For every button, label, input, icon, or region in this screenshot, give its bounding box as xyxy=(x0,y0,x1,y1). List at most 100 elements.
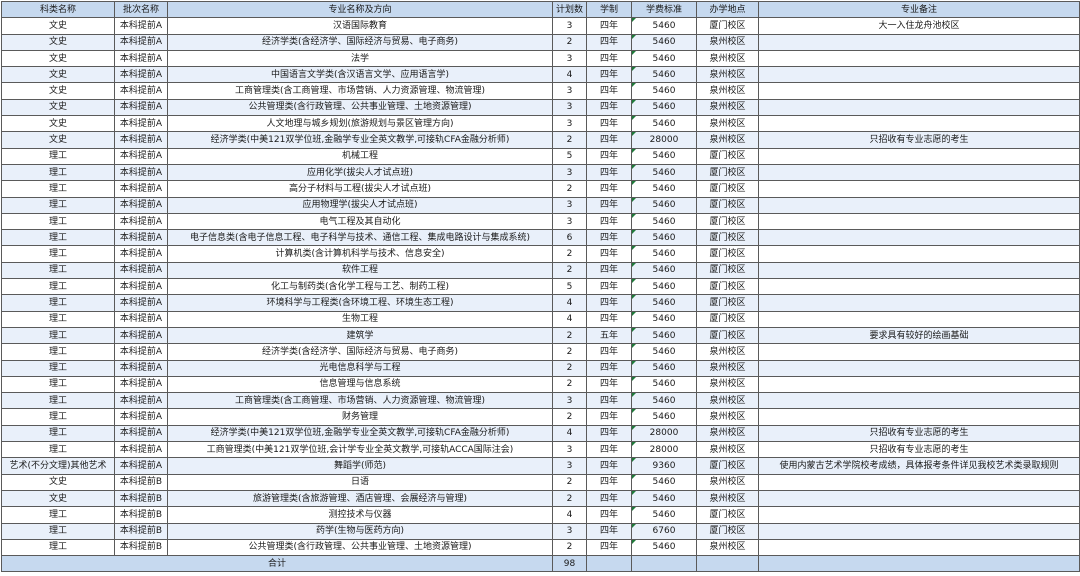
cell-major: 药学(生物与医药方向) xyxy=(167,522,553,540)
cell-batch: 本科提前B xyxy=(114,538,168,557)
cell-campus: 厦门校区 xyxy=(696,147,759,165)
cell-tuition: 5460 xyxy=(631,506,697,524)
cell-plan-count: 3 xyxy=(552,441,587,459)
table-row: 理工 本科提前A 财务管理 2 四年 5460 泉州校区 xyxy=(1,408,1080,426)
cell-duration: 四年 xyxy=(586,457,632,475)
cell-major: 经济学类(含经济学、国际经济与贸易、电子商务) xyxy=(167,343,553,361)
table-row: 理工 本科提前A 软件工程 2 四年 5460 厦门校区 xyxy=(1,261,1080,280)
cell-campus: 泉州校区 xyxy=(696,115,759,133)
cell-tuition: 5460 xyxy=(631,180,697,198)
cell-batch: 本科提前B xyxy=(114,489,168,508)
cell-batch: 本科提前A xyxy=(114,424,168,443)
cell-duration: 四年 xyxy=(586,343,632,361)
cell-tuition: 5460 xyxy=(631,310,697,328)
table-row: 文史 本科提前A 公共管理类(含行政管理、公共事业管理、土地资源管理) 3 四年 5460… xyxy=(1,98,1080,117)
cell-duration: 四年 xyxy=(586,229,632,247)
cell-batch: 本科提前A xyxy=(114,49,168,68)
cell-plan-count: 3 xyxy=(552,392,587,410)
header-row: 科类名称 批次名称 专业名称及方向 计划数 学制 学费标准 办学地点 专业备注 xyxy=(1,0,1080,19)
cell-tuition: 5460 xyxy=(631,245,697,263)
cell-remarks xyxy=(758,261,1080,280)
cell-plan-count: 2 xyxy=(552,180,587,198)
cell-category: 理工 xyxy=(1,163,115,182)
cell-campus: 泉州校区 xyxy=(696,98,759,117)
cell-category: 理工 xyxy=(1,278,115,296)
cell-duration: 四年 xyxy=(586,489,632,508)
table-row: 理工 本科提前A 应用化学(拔尖人才试点班) 3 四年 5460 厦门校区 xyxy=(1,163,1080,182)
cell-duration: 四年 xyxy=(586,66,632,84)
cell-duration: 四年 xyxy=(586,278,632,296)
cell-major: 信息管理与信息系统 xyxy=(167,375,553,394)
cell-major: 财务管理 xyxy=(167,408,553,426)
header-remarks: 专业备注 xyxy=(758,0,1080,19)
table-row: 理工 本科提前A 光电信息科学与工程 2 四年 5460 泉州校区 xyxy=(1,359,1080,377)
cell-tuition: 5460 xyxy=(631,82,697,100)
cell-remarks xyxy=(758,66,1080,84)
cell-plan-count: 3 xyxy=(552,82,587,100)
header-campus: 办学地点 xyxy=(696,0,759,19)
cell-category: 理工 xyxy=(1,180,115,198)
cell-batch: 本科提前A xyxy=(114,115,168,133)
cell-campus: 泉州校区 xyxy=(696,408,759,426)
cell-duration: 四年 xyxy=(586,392,632,410)
cell-plan-count: 2 xyxy=(552,326,587,345)
cell-tuition: 5460 xyxy=(631,343,697,361)
cell-campus: 泉州校区 xyxy=(696,131,759,149)
table-row: 文史 本科提前A 经济学类(中美121双学位班,金融学专业全英文教学,可接轨CFA金… xyxy=(1,131,1080,149)
cell-plan-count: 2 xyxy=(552,343,587,361)
cell-major: 电气工程及其自动化 xyxy=(167,212,553,231)
cell-major: 公共管理类(含行政管理、公共事业管理、土地资源管理) xyxy=(167,538,553,557)
cell-campus: 厦门校区 xyxy=(696,17,759,35)
cell-category: 文史 xyxy=(1,115,115,133)
cell-duration: 四年 xyxy=(586,473,632,491)
cell-tuition: 5460 xyxy=(631,115,697,133)
cell-major: 机械工程 xyxy=(167,147,553,165)
cell-major: 工商管理类(含工商管理、市场营销、人力资源管理、物流管理) xyxy=(167,82,553,100)
cell-batch: 本科提前A xyxy=(114,33,168,51)
cell-batch: 本科提前B xyxy=(114,506,168,524)
cell-batch: 本科提前A xyxy=(114,163,168,182)
cell-major: 应用物理学(拔尖人才试点班) xyxy=(167,196,553,214)
table-row: 理工 本科提前B 测控技术与仪器 4 四年 5460 厦门校区 xyxy=(1,506,1080,524)
cell-remarks xyxy=(758,98,1080,117)
cell-major: 生物工程 xyxy=(167,310,553,328)
table-row: 理工 本科提前A 经济学类(含经济学、国际经济与贸易、电子商务) 2 四年 5460 泉州校… xyxy=(1,343,1080,361)
table-footer: 合计 98 xyxy=(1,555,1080,573)
cell-batch: 本科提前A xyxy=(114,17,168,35)
total-empty-cell xyxy=(758,555,1080,573)
cell-category: 理工 xyxy=(1,375,115,394)
table-row: 理工 本科提前A 生物工程 4 四年 5460 厦门校区 xyxy=(1,310,1080,328)
cell-plan-count: 6 xyxy=(552,229,587,247)
cell-plan-count: 4 xyxy=(552,310,587,328)
cell-remarks: 大一入住龙舟池校区 xyxy=(758,17,1080,35)
table-row: 理工 本科提前A 经济学类(中美121双学位班,金融学专业全英文教学,可接轨CFA金… xyxy=(1,424,1080,443)
cell-category: 文史 xyxy=(1,98,115,117)
cell-campus: 泉州校区 xyxy=(696,343,759,361)
table-row: 理工 本科提前A 建筑学 2 五年 5460 厦门校区 要求具有较好的绘画基础 xyxy=(1,326,1080,345)
cell-plan-count: 3 xyxy=(552,49,587,68)
table-row: 理工 本科提前A 计算机类(含计算机科学与技术、信息安全) 2 四年 5460 厦门校区 xyxy=(1,245,1080,263)
table-row: 文史 本科提前A 人文地理与城乡规划(旅游规划与景区管理方向) 3 四年 5460 泉州校区 xyxy=(1,115,1080,133)
cell-batch: 本科提前A xyxy=(114,408,168,426)
cell-category: 理工 xyxy=(1,359,115,377)
cell-duration: 四年 xyxy=(586,180,632,198)
cell-remarks xyxy=(758,538,1080,557)
cell-campus: 泉州校区 xyxy=(696,359,759,377)
cell-duration: 四年 xyxy=(586,49,632,68)
cell-batch: 本科提前A xyxy=(114,359,168,377)
cell-duration: 四年 xyxy=(586,245,632,263)
cell-remarks xyxy=(758,294,1080,312)
cell-campus: 厦门校区 xyxy=(696,310,759,328)
cell-batch: 本科提前A xyxy=(114,343,168,361)
header-duration: 学制 xyxy=(586,0,632,19)
cell-remarks xyxy=(758,278,1080,296)
cell-category: 文史 xyxy=(1,66,115,84)
cell-remarks xyxy=(758,115,1080,133)
cell-plan-count: 4 xyxy=(552,294,587,312)
cell-plan-count: 3 xyxy=(552,457,587,475)
table-row: 艺术(不分文理)其他艺术 本科提前A 舞蹈学(师范) 3 四年 9360 厦门校区 使用内蒙古… xyxy=(1,457,1080,475)
cell-batch: 本科提前A xyxy=(114,82,168,100)
cell-batch: 本科提前A xyxy=(114,245,168,263)
cell-plan-count: 2 xyxy=(552,261,587,280)
cell-remarks: 使用内蒙古艺术学院校考成绩，具体报考条件详见我校艺术类录取规则 xyxy=(758,457,1080,475)
